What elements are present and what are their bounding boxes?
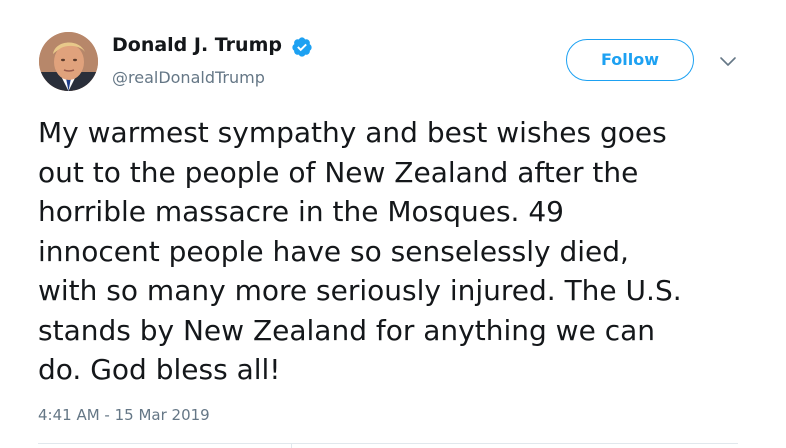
tweet-text: My warmest sympathy and best wishes goes… [38, 113, 758, 390]
divider [38, 443, 738, 444]
avatar[interactable] [39, 32, 98, 91]
chevron-down-icon[interactable] [719, 56, 737, 68]
tweet-text-line: out to the people of New Zealand after t… [38, 155, 639, 189]
tweet-text-line: stands by New Zealand for anything we ca… [38, 313, 655, 347]
follow-button[interactable]: Follow [566, 39, 694, 81]
tweet-text-line: innocent people have so senselessly died… [38, 234, 629, 268]
tweet-text-line: My warmest sympathy and best wishes goes [38, 116, 667, 149]
tweet-card: Donald J. Trump @realDonaldTrump Follow … [0, 0, 786, 448]
profile-photo-icon [39, 32, 98, 91]
divider-tick [291, 443, 292, 448]
tweet-text-line: do. God bless all! [38, 353, 281, 386]
user-handle[interactable]: @realDonaldTrump [112, 68, 265, 87]
user-name[interactable]: Donald J. Trump [112, 34, 282, 56]
tweet-text-line: horrible massacre in the Mosques. 49 [38, 195, 564, 228]
tweet-timestamp[interactable]: 4:41 AM - 15 Mar 2019 [38, 406, 210, 424]
tweet-text-line: with so many more seriously injured. The… [38, 274, 682, 307]
verified-badge-icon [292, 37, 312, 57]
